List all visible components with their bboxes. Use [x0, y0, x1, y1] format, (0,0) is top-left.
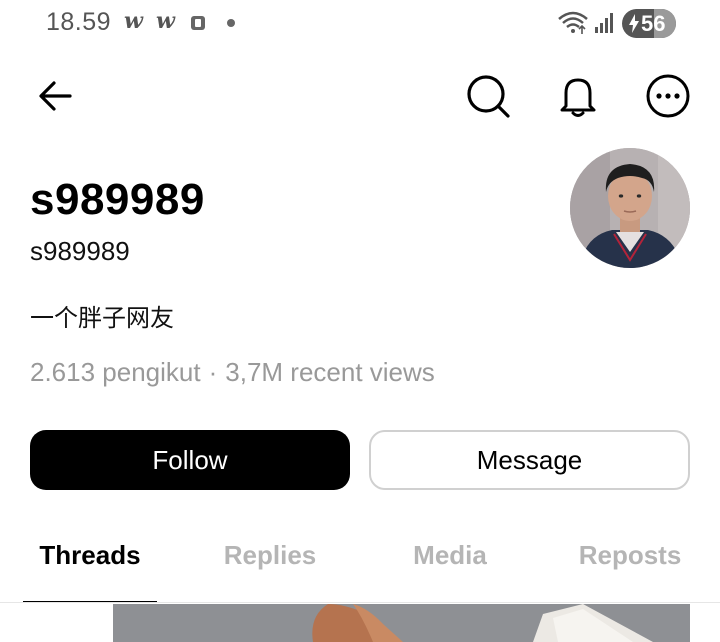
small-app-icon: [191, 16, 205, 30]
notifications-button[interactable]: [554, 72, 602, 120]
follow-button[interactable]: Follow: [30, 430, 350, 490]
arrow-left-icon: [39, 81, 72, 111]
signal-icon: [595, 13, 613, 33]
tab-threads[interactable]: Threads: [0, 540, 180, 571]
search-icon: [467, 75, 510, 118]
post-media-image: [113, 604, 690, 642]
tabs-divider: [0, 602, 720, 603]
profile-username[interactable]: s989989: [30, 236, 130, 267]
profile-tabs: Threads Replies Media Reposts: [0, 520, 720, 604]
profile-page: 18.59 w w 56 s989989 s989989 一个胖子网友 2.61…: [0, 0, 720, 642]
profile-bio: 一个胖子网友: [30, 304, 174, 332]
tab-media[interactable]: Media: [360, 540, 540, 571]
wifi-icon: [558, 11, 588, 34]
bell-icon: [560, 78, 596, 117]
profile-display-name: s989989: [30, 175, 205, 224]
recent-views: 3,7M recent views: [225, 357, 435, 387]
more-icon: [646, 74, 690, 118]
stats-separator: ·: [208, 357, 218, 387]
post-media-preview[interactable]: [113, 604, 690, 642]
status-bar: 18.59 w w 56: [0, 0, 720, 48]
search-button[interactable]: [464, 72, 512, 120]
dot-icon: [227, 19, 235, 27]
more-options-button[interactable]: [644, 72, 692, 120]
w-app-icon: w: [156, 8, 175, 34]
w-app-icon: w: [124, 8, 143, 34]
message-button[interactable]: Message: [369, 430, 690, 490]
followers-count[interactable]: 2.613 pengikut: [30, 357, 201, 387]
tab-replies[interactable]: Replies: [180, 540, 360, 571]
battery-level: 56: [641, 11, 666, 36]
tab-reposts[interactable]: Reposts: [540, 540, 720, 571]
status-time: 18.59: [46, 8, 112, 36]
back-button[interactable]: [36, 76, 76, 116]
avatar[interactable]: [570, 148, 690, 268]
avatar-image: [570, 148, 690, 268]
profile-stats: 2.613 pengikut · 3,7M recent views: [30, 357, 435, 388]
battery-charging-icon: 56: [622, 9, 676, 38]
